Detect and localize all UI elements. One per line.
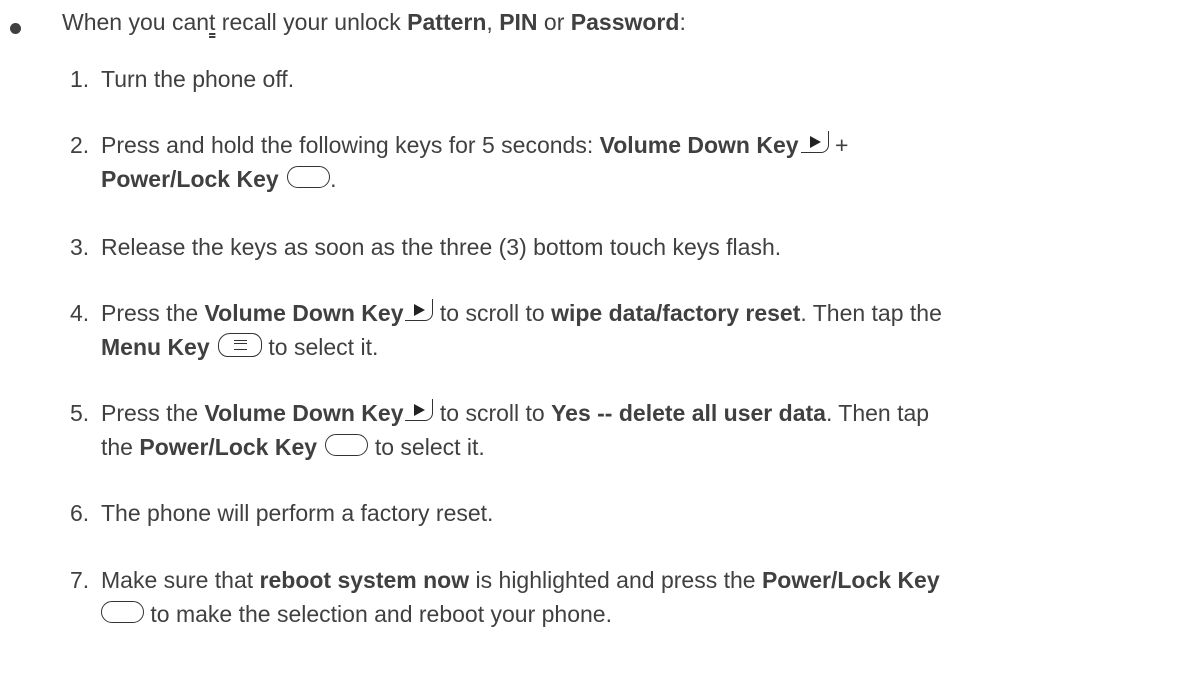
pattern-term: Pattern [407,9,487,35]
step-number: 7. [70,567,90,593]
step-line: to make the selection and reboot your ph… [101,597,940,631]
bullet-dot-icon [10,23,21,34]
step-text-part: to scroll to [433,400,552,426]
step-line: Release the keys as soon as the three (3… [101,234,782,260]
step-text-part: is highlighted and press the [469,567,762,593]
step-text-part: . Then tap the [800,300,942,326]
password-term: Password [570,9,680,35]
step-line: Press the Volume Down Key to scroll to Y… [101,396,929,430]
step-line: Press the Volume Down Key to scroll to w… [101,296,942,330]
step-text: Make sure that reboot system now is high… [101,563,940,631]
step-text-part: . Then tap [825,400,930,426]
step-text-part: + [828,132,849,158]
volume-down-key-label: Volume Down Key [204,400,404,426]
step-number: 3. [70,234,90,260]
power-lock-key-label: Power/Lock Key [761,567,940,593]
step-text-part: Press the [101,400,205,426]
step-number: 1. [70,66,90,92]
menu-key-label: Menu Key [101,334,210,360]
step-text-part: . [330,166,337,192]
bullet-text: When you cant recall your unlock Pattern… [62,8,686,36]
step-text-part: to make the selection and reboot your ph… [144,601,612,627]
bullet-text-part: or [537,9,571,35]
bullet-text-part: recall your unlock [215,9,408,35]
volume-down-key-label: Volume Down Key [599,132,799,158]
bullet-text-part: , [486,9,500,35]
step-text: Press and hold the following keys for 5 … [101,128,848,196]
step-line: The phone will perform a factory reset. [101,500,494,526]
step-number: 2. [70,132,90,158]
volume-down-key-icon [405,298,434,321]
step-text: Press the Volume Down Key to scroll to Y… [101,396,929,464]
step-text: Press the Volume Down Key to scroll to w… [101,296,942,364]
step-number: 6. [70,500,90,526]
volume-down-key-icon [800,130,829,153]
step-line: Press and hold the following keys for 5 … [101,128,848,162]
step-text-part: to select it. [368,434,485,460]
step-text-part: Make sure that [101,567,260,593]
step-text: Release the keys as soon as the three (3… [101,230,781,264]
step-line: Turn the phone off. [101,66,295,92]
power-lock-key-icon [287,165,331,188]
menu-lines-icon [234,339,248,350]
bullet-text-part: : [679,9,686,35]
step-text: Turn the phone off. [101,62,294,96]
bullet-text-part: When you can [62,9,210,35]
step-text: The phone will perform a factory reset. [101,496,493,530]
volume-down-key-icon [405,398,434,421]
step-line: the Power/Lock Key to select it. [101,430,929,464]
step-text-part: to select it. [262,334,379,360]
step-text-part: Press the [101,300,205,326]
step-text-part: to scroll to [433,300,552,326]
step-text-part: Press and hold the following keys for 5 … [101,132,600,158]
step-line: Make sure that reboot system now is high… [101,563,940,597]
step-number: 5. [70,400,90,426]
volume-down-key-label: Volume Down Key [204,300,404,326]
step-line: Power/Lock Key . [101,162,848,196]
wipe-data-option: wipe data/factory reset [551,300,801,326]
step-number: 4. [70,300,90,326]
pin-term: PIN [499,9,538,35]
step-line: Menu Key to select it. [101,330,942,364]
power-lock-key-icon [325,433,369,456]
power-lock-key-icon [101,600,144,623]
menu-key-icon [218,332,263,357]
power-lock-key-label: Power/Lock Key [101,166,279,192]
power-lock-key-label: Power/Lock Key [139,434,318,460]
step-text-part: the [101,434,140,460]
delete-all-user-data-option: Yes -- delete all user data [551,400,826,426]
reboot-system-now-option: reboot system now [259,567,470,593]
